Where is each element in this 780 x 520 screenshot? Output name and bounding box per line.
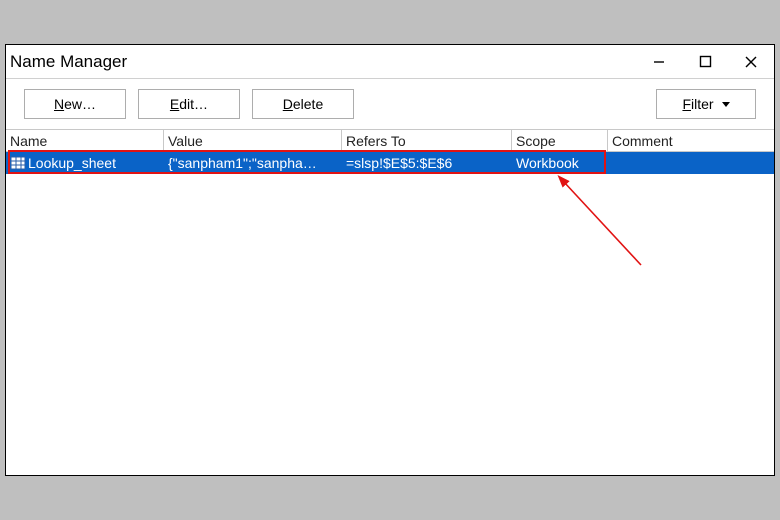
col-header-scope[interactable]: Scope <box>512 130 608 151</box>
delete-button[interactable]: Delete <box>252 89 354 119</box>
grid-header: Name Value Refers To Scope Comment <box>6 130 774 152</box>
chevron-down-icon <box>722 102 730 107</box>
defined-name-icon <box>10 155 26 171</box>
cell-scope: Workbook <box>512 152 608 174</box>
col-header-name[interactable]: Name <box>6 130 164 151</box>
close-icon <box>744 55 758 69</box>
titlebar: Name Manager <box>6 45 774 79</box>
new-button[interactable]: New… <box>24 89 126 119</box>
cell-name-text: Lookup_sheet <box>28 155 116 171</box>
minimize-button[interactable] <box>636 45 682 79</box>
filter-button[interactable]: Filter <box>656 89 756 119</box>
table-row[interactable]: Lookup_sheet {"sanpham1";"sanpha… =slsp!… <box>6 152 774 174</box>
window-title: Name Manager <box>6 52 636 72</box>
minimize-icon <box>653 56 665 68</box>
col-header-comment[interactable]: Comment <box>608 130 774 151</box>
name-manager-window: Name Manager New… Edit… Delete Filter <box>5 44 775 476</box>
close-button[interactable] <box>728 45 774 79</box>
col-header-refers[interactable]: Refers To <box>342 130 512 151</box>
cell-comment <box>608 152 774 174</box>
cell-value: {"sanpham1";"sanpha… <box>164 152 342 174</box>
toolbar: New… Edit… Delete Filter <box>6 79 774 129</box>
annotation-arrow <box>546 170 656 280</box>
maximize-icon <box>699 55 712 68</box>
maximize-button[interactable] <box>682 45 728 79</box>
col-header-value[interactable]: Value <box>164 130 342 151</box>
names-grid: Name Value Refers To Scope Comment Looku… <box>6 129 774 475</box>
cell-name: Lookup_sheet <box>6 152 164 174</box>
cell-refers: =slsp!$E$5:$E$6 <box>342 152 512 174</box>
edit-button[interactable]: Edit… <box>138 89 240 119</box>
